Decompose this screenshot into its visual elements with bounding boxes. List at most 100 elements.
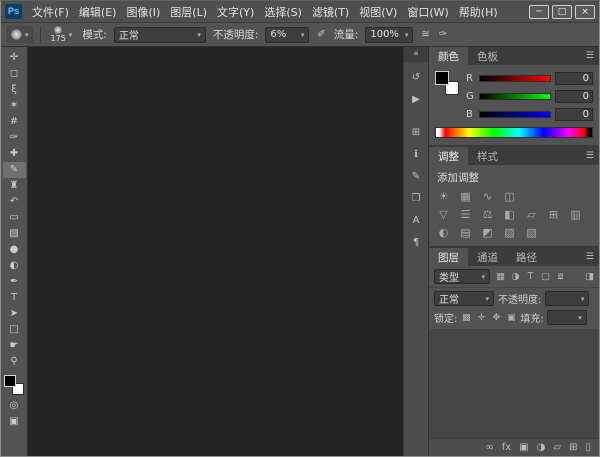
brush-presets-panel-icon[interactable]: ✎ bbox=[407, 170, 425, 183]
minimize-button[interactable]: ─ bbox=[529, 5, 549, 19]
panel-menu-icon[interactable]: ☰ bbox=[581, 47, 599, 65]
dodge-tool[interactable]: ◐ bbox=[3, 258, 26, 274]
blur-tool[interactable]: ● bbox=[3, 242, 26, 258]
adjustment-icon[interactable]: ▦ bbox=[459, 191, 472, 203]
panel-tab[interactable]: 调整 bbox=[429, 147, 468, 165]
blue-slider[interactable] bbox=[479, 111, 551, 118]
menu-item[interactable]: 文件(F) bbox=[27, 2, 74, 22]
menu-item[interactable]: 滤镜(T) bbox=[307, 2, 354, 22]
path-selection-tool[interactable]: ➤ bbox=[3, 306, 26, 322]
eraser-tool[interactable]: ▭ bbox=[3, 210, 26, 226]
paragraph-panel-icon[interactable]: ¶ bbox=[407, 236, 425, 249]
expand-panels-button[interactable]: « bbox=[404, 47, 428, 62]
filter-type-icon[interactable]: ⧈ bbox=[554, 271, 567, 282]
adjustment-icon[interactable]: ◩ bbox=[481, 227, 494, 239]
panel-tab[interactable]: 样式 bbox=[468, 147, 507, 165]
panel-tab[interactable]: 色板 bbox=[468, 47, 507, 65]
info-panel-icon[interactable]: ℹ bbox=[407, 148, 425, 161]
lasso-tool[interactable]: ξ bbox=[3, 82, 26, 98]
navigator-panel-icon[interactable]: ⊞ bbox=[407, 126, 425, 139]
airbrush-icon[interactable]: ≋ bbox=[420, 29, 430, 40]
adjustment-icon[interactable]: ◧ bbox=[503, 209, 516, 221]
panel-menu-icon[interactable]: ☰ bbox=[581, 147, 599, 165]
red-slider[interactable] bbox=[479, 75, 551, 82]
adjustment-icon[interactable]: ◫ bbox=[503, 191, 516, 203]
panel-tab[interactable]: 通道 bbox=[468, 248, 507, 266]
layer-blend-mode-select[interactable]: 正常 bbox=[434, 291, 494, 306]
crop-tool[interactable]: # bbox=[3, 114, 26, 130]
screen-mode-button[interactable]: ▣ bbox=[3, 414, 26, 430]
character-panel-icon[interactable]: A bbox=[407, 214, 425, 227]
menu-item[interactable]: 图层(L) bbox=[165, 2, 212, 22]
history-panel-icon[interactable]: ↺ bbox=[407, 71, 425, 84]
layer-style-icon[interactable]: fx bbox=[502, 443, 511, 453]
new-group-icon[interactable]: ▱ bbox=[553, 443, 561, 453]
pressure-size-icon[interactable]: ✑ bbox=[438, 29, 448, 40]
zoom-tool[interactable]: ⚲ bbox=[3, 354, 26, 370]
actions-panel-icon[interactable]: ▶ bbox=[407, 93, 425, 106]
adjustment-icon[interactable]: ☀ bbox=[437, 191, 450, 203]
adjustment-icon[interactable]: ⊞ bbox=[547, 209, 560, 221]
hand-tool[interactable]: ☛ bbox=[3, 338, 26, 354]
adjustment-icon[interactable]: ▧ bbox=[525, 227, 538, 239]
pressure-opacity-icon[interactable]: ✐ bbox=[316, 29, 326, 40]
panel-tab[interactable]: 图层 bbox=[429, 248, 468, 266]
quick-mask-button[interactable]: ◎ bbox=[3, 398, 26, 414]
foreground-background-swatches[interactable] bbox=[4, 375, 24, 395]
marquee-tool[interactable]: ◻ bbox=[3, 66, 26, 82]
gradient-tool[interactable]: ▧ bbox=[3, 226, 26, 242]
menu-item[interactable]: 窗口(W) bbox=[402, 2, 453, 22]
healing-brush-tool[interactable]: ✚ bbox=[3, 146, 26, 162]
panel-tab[interactable]: 路径 bbox=[507, 248, 546, 266]
foreground-color-swatch[interactable] bbox=[4, 375, 16, 387]
maximize-button[interactable]: □ bbox=[552, 5, 572, 19]
close-button[interactable]: × bbox=[575, 5, 595, 19]
lock-icon[interactable]: ✥ bbox=[490, 313, 502, 323]
filter-type-icon[interactable]: ▢ bbox=[539, 271, 552, 282]
shape-tool[interactable]: □ bbox=[3, 322, 26, 338]
lock-icon[interactable]: ✛ bbox=[475, 313, 487, 323]
type-tool[interactable]: T bbox=[3, 290, 26, 306]
quick-selection-tool[interactable]: ✶ bbox=[3, 98, 26, 114]
tool-preset-picker[interactable]: ▾ bbox=[7, 26, 33, 43]
layer-opacity-select[interactable] bbox=[545, 291, 589, 306]
pen-tool[interactable]: ✒ bbox=[3, 274, 26, 290]
panel-color-swatches[interactable] bbox=[435, 71, 459, 95]
adjustment-icon[interactable]: ▽ bbox=[437, 209, 450, 221]
lock-icon[interactable]: ▩ bbox=[460, 313, 472, 323]
panel-tab[interactable]: 颜色 bbox=[429, 47, 468, 65]
document-canvas[interactable] bbox=[28, 47, 403, 456]
adjustment-icon[interactable]: ▥ bbox=[569, 209, 582, 221]
menu-item[interactable]: 文字(Y) bbox=[212, 2, 259, 22]
add-layer-mask-icon[interactable]: ▣ bbox=[519, 443, 528, 453]
foreground-color-swatch[interactable] bbox=[435, 71, 449, 85]
adjustment-icon[interactable]: ∿ bbox=[481, 191, 494, 203]
clone-source-panel-icon[interactable]: ❐ bbox=[407, 192, 425, 205]
adjustment-icon[interactable]: ▱ bbox=[525, 209, 538, 221]
adjustment-icon[interactable]: ◐ bbox=[437, 227, 450, 239]
new-adjustment-layer-icon[interactable]: ◑ bbox=[537, 443, 546, 453]
blue-value-input[interactable]: 0 bbox=[555, 108, 593, 121]
menu-item[interactable]: 选择(S) bbox=[259, 2, 307, 22]
adjustment-icon[interactable]: ▨ bbox=[503, 227, 516, 239]
delete-layer-icon[interactable]: ▯ bbox=[585, 443, 591, 453]
new-layer-icon[interactable]: ⊞ bbox=[569, 443, 577, 453]
filter-kind-select[interactable]: 类型 bbox=[434, 269, 490, 284]
eyedropper-tool[interactable]: ✑ bbox=[3, 130, 26, 146]
filter-type-icon[interactable]: T bbox=[524, 271, 537, 282]
filter-type-icon[interactable]: ◑ bbox=[509, 271, 522, 282]
layers-list[interactable] bbox=[429, 330, 599, 438]
lock-icon[interactable]: ▣ bbox=[505, 313, 517, 323]
adjustment-icon[interactable]: ▤ bbox=[459, 227, 472, 239]
panel-menu-icon[interactable]: ☰ bbox=[581, 248, 599, 266]
paint-mode-select[interactable]: 正常 bbox=[114, 27, 206, 43]
menu-item[interactable]: 帮助(H) bbox=[454, 2, 503, 22]
color-spectrum-ramp[interactable] bbox=[435, 127, 593, 138]
brush-tool[interactable]: ✎ bbox=[3, 162, 26, 178]
menu-item[interactable]: 编辑(E) bbox=[74, 2, 122, 22]
link-layers-icon[interactable]: ∞ bbox=[485, 443, 493, 453]
brush-preset-picker[interactable]: 175 ▾ bbox=[48, 25, 76, 44]
green-slider[interactable] bbox=[479, 93, 551, 100]
filter-toggle-icon[interactable]: ◨ bbox=[585, 271, 594, 282]
clone-stamp-tool[interactable]: ♜ bbox=[3, 178, 26, 194]
